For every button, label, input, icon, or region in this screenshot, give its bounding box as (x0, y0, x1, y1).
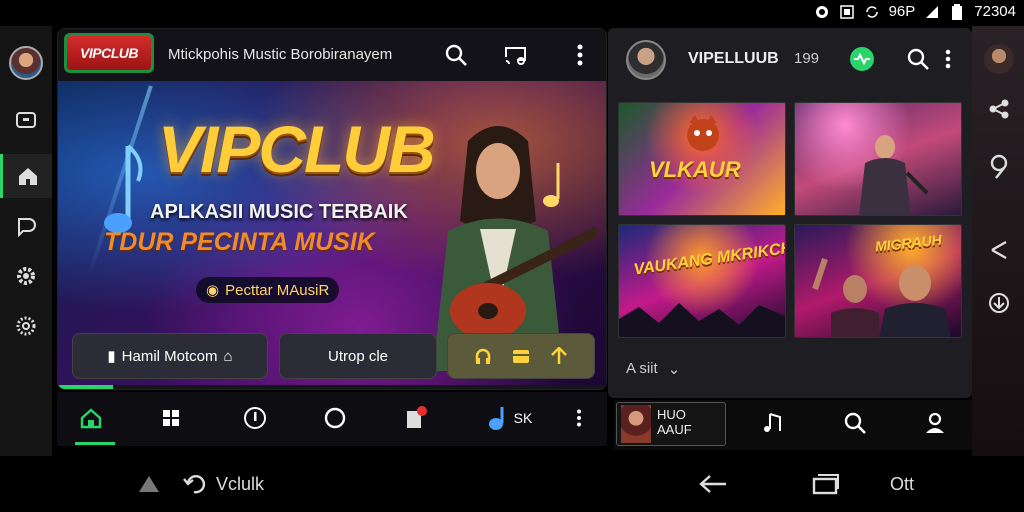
banner-pill[interactable]: ◉ Pecttar MAusiR (196, 277, 340, 303)
right-rail (972, 26, 1024, 456)
clock: 72304 (974, 3, 1016, 20)
screenshot-icon (839, 4, 855, 20)
page-title: Mtickpohis Mustic Borobiranayem (168, 46, 393, 63)
chevron-down-icon: ⌄ (667, 361, 681, 378)
music-tab[interactable]: SK (481, 402, 537, 434)
banner-progress (58, 385, 606, 389)
music-note-icon[interactable] (758, 408, 788, 438)
video-tile[interactable]: VLKAUR (618, 102, 786, 216)
home-icon[interactable] (73, 402, 109, 434)
video-tile[interactable]: MIGRAUH (794, 224, 962, 338)
avatar[interactable] (626, 40, 666, 80)
signal-icon (924, 4, 940, 20)
sync-icon (864, 4, 880, 20)
left-rail (0, 26, 52, 456)
grid-icon[interactable] (153, 402, 189, 434)
search-icon[interactable] (904, 45, 932, 73)
system-nav-bar: Vclulk Ott (0, 456, 1024, 512)
undo-icon (183, 475, 206, 494)
recents-icon[interactable] (812, 470, 840, 498)
quick-actions[interactable] (447, 333, 595, 379)
tv-icon[interactable] (10, 104, 42, 136)
logo-text: VIPCLUB (67, 36, 151, 70)
secondary-action-label: Utrop cle (327, 347, 389, 365)
phone-icon: ▮ (107, 348, 116, 365)
album-art (621, 405, 651, 443)
mascot-image (687, 115, 719, 151)
logo[interactable]: VIPCLUB (64, 33, 154, 73)
battery-icon (949, 3, 965, 20)
info-icon[interactable] (237, 402, 273, 434)
sort-label: A siit (626, 360, 658, 377)
profile-icon[interactable] (920, 408, 950, 438)
search-icon[interactable] (840, 408, 870, 438)
mini-player: HUO AAUF (614, 400, 972, 450)
more-vertical-icon[interactable] (561, 402, 597, 434)
channel-count: 199 (794, 50, 820, 67)
sort-filter[interactable]: A siit ⌄ (626, 360, 680, 378)
crowd-image (619, 303, 785, 337)
settings-icon[interactable] (10, 260, 42, 292)
bell-icon: ⌂ (223, 347, 233, 365)
options-button[interactable]: Ott (890, 470, 914, 498)
more-vertical-icon[interactable] (934, 45, 962, 73)
music-tab-label: SK (513, 410, 533, 426)
search-icon[interactable] (442, 41, 470, 69)
tile-title: VLKAUR (649, 157, 741, 182)
banner-title: VIPCLUB (158, 112, 436, 186)
video-tile[interactable]: VAUKANG MKRIKCHUS (618, 224, 786, 338)
share-icon[interactable] (984, 94, 1014, 124)
headphones-icon[interactable] (474, 347, 492, 365)
bottom-nav: SK (57, 392, 607, 446)
tile-title: VAUKANG MKRIKCHUS (632, 236, 786, 279)
now-playing-card[interactable]: HUO AAUF (616, 402, 726, 446)
main-panel: VIPCLUB Mtickpohis Mustic Borobiranayem … (57, 28, 607, 390)
avatar[interactable] (9, 46, 43, 80)
right-panel: VIPELLUUB 199 VLKAUR VAUKANG MKRIKCHUS M… (608, 28, 972, 398)
branch-icon[interactable] (984, 234, 1014, 264)
avatar[interactable] (984, 44, 1014, 74)
notification-icon[interactable] (399, 402, 435, 434)
back-nav-button[interactable]: Vclulk (182, 470, 264, 498)
back-nav-label: Vclulk (216, 473, 265, 494)
dnd-icon (814, 4, 830, 20)
secondary-action-button[interactable]: Utrop cle (279, 333, 437, 379)
pin-icon[interactable] (550, 347, 568, 365)
banner-pill-label: Pecttar MAusiR (225, 281, 330, 299)
hook-icon[interactable] (984, 152, 1014, 182)
status-bar: 96P 72304 (0, 0, 1024, 26)
home-icon[interactable] (0, 154, 52, 198)
chat-icon[interactable] (10, 210, 42, 242)
banner-subtitle: APLKASII MUSIC TERBAIK (150, 201, 408, 223)
music-note-icon (488, 407, 504, 430)
fans-image (812, 258, 951, 337)
more-vertical-icon[interactable] (566, 41, 594, 69)
active-indicator (75, 442, 115, 445)
hero-banner[interactable]: VIPCLUB APLKASII MUSIC TERBAIK TDUR PECI… (58, 81, 606, 389)
primary-action-button[interactable]: ▮ Hamil Motcom ⌂ (72, 333, 268, 379)
track-title: HUO AAUF (657, 407, 692, 437)
back-arrow-icon[interactable] (698, 470, 728, 498)
channel-title: VIPELLUUB (688, 50, 779, 67)
banner-tagline: TDUR PECINTA MUSIK (104, 228, 375, 256)
cast-icon[interactable] (502, 41, 530, 69)
download-icon[interactable] (984, 288, 1014, 318)
signal-text: 96P (888, 3, 916, 20)
gear-icon[interactable] (10, 310, 42, 342)
banner-progress-fill (58, 385, 113, 389)
top-bar: VIPCLUB Mtickpohis Mustic Borobiranayem (58, 29, 606, 81)
warning-icon[interactable] (138, 470, 160, 498)
primary-action-label: Hamil Motcom (121, 347, 218, 365)
spotify-icon: ◉ (206, 282, 220, 299)
circle-icon[interactable] (317, 402, 353, 434)
video-tile[interactable] (794, 102, 962, 216)
guitarist-image (433, 126, 598, 371)
options-label: Ott (890, 473, 915, 494)
activity-icon[interactable] (848, 45, 876, 73)
folder-icon[interactable] (512, 347, 530, 365)
singer-image (859, 135, 929, 215)
